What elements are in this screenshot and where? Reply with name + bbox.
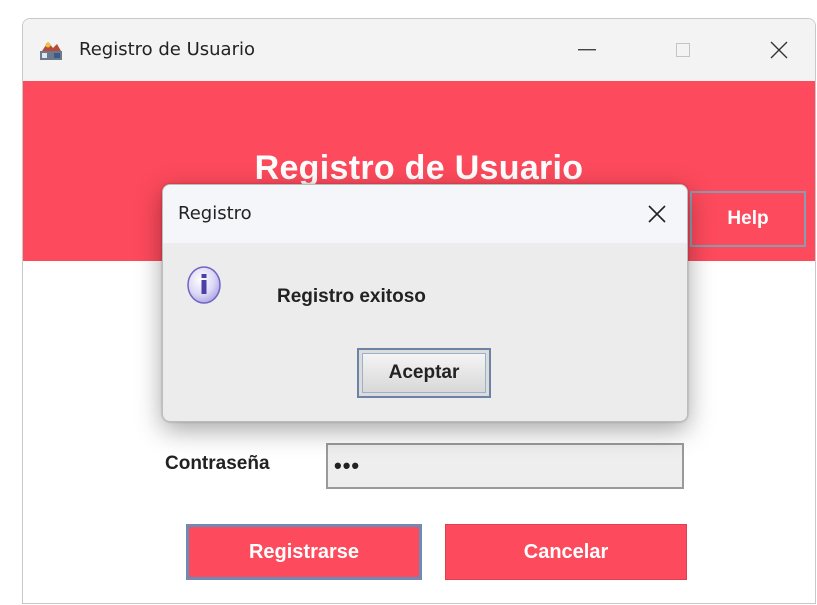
info-icon xyxy=(186,265,222,305)
accept-button-label: Aceptar xyxy=(362,353,486,393)
close-icon[interactable] xyxy=(755,33,803,67)
cancel-button[interactable]: Cancelar xyxy=(445,524,687,580)
accept-button[interactable]: Aceptar xyxy=(357,348,491,398)
help-button[interactable]: Help xyxy=(690,191,806,247)
dialog-title: Registro xyxy=(178,203,252,224)
success-dialog: Registro Registro exitoso Aceptar xyxy=(162,184,688,422)
password-label: Contraseña xyxy=(165,453,270,474)
maximize-icon xyxy=(659,33,707,67)
dialog-message: Registro exitoso xyxy=(277,286,426,307)
password-field[interactable]: ••• xyxy=(326,443,684,489)
minimize-icon[interactable] xyxy=(563,33,611,67)
page-title: Registro de Usuario xyxy=(254,149,584,187)
java-cup-icon xyxy=(39,39,63,61)
window-titlebar[interactable]: Registro de Usuario xyxy=(23,19,815,81)
window-title: Registro de Usuario xyxy=(79,39,256,60)
dialog-close-icon[interactable] xyxy=(639,197,675,231)
dialog-titlebar[interactable]: Registro xyxy=(163,185,687,243)
register-button[interactable]: Registrarse xyxy=(186,524,422,580)
